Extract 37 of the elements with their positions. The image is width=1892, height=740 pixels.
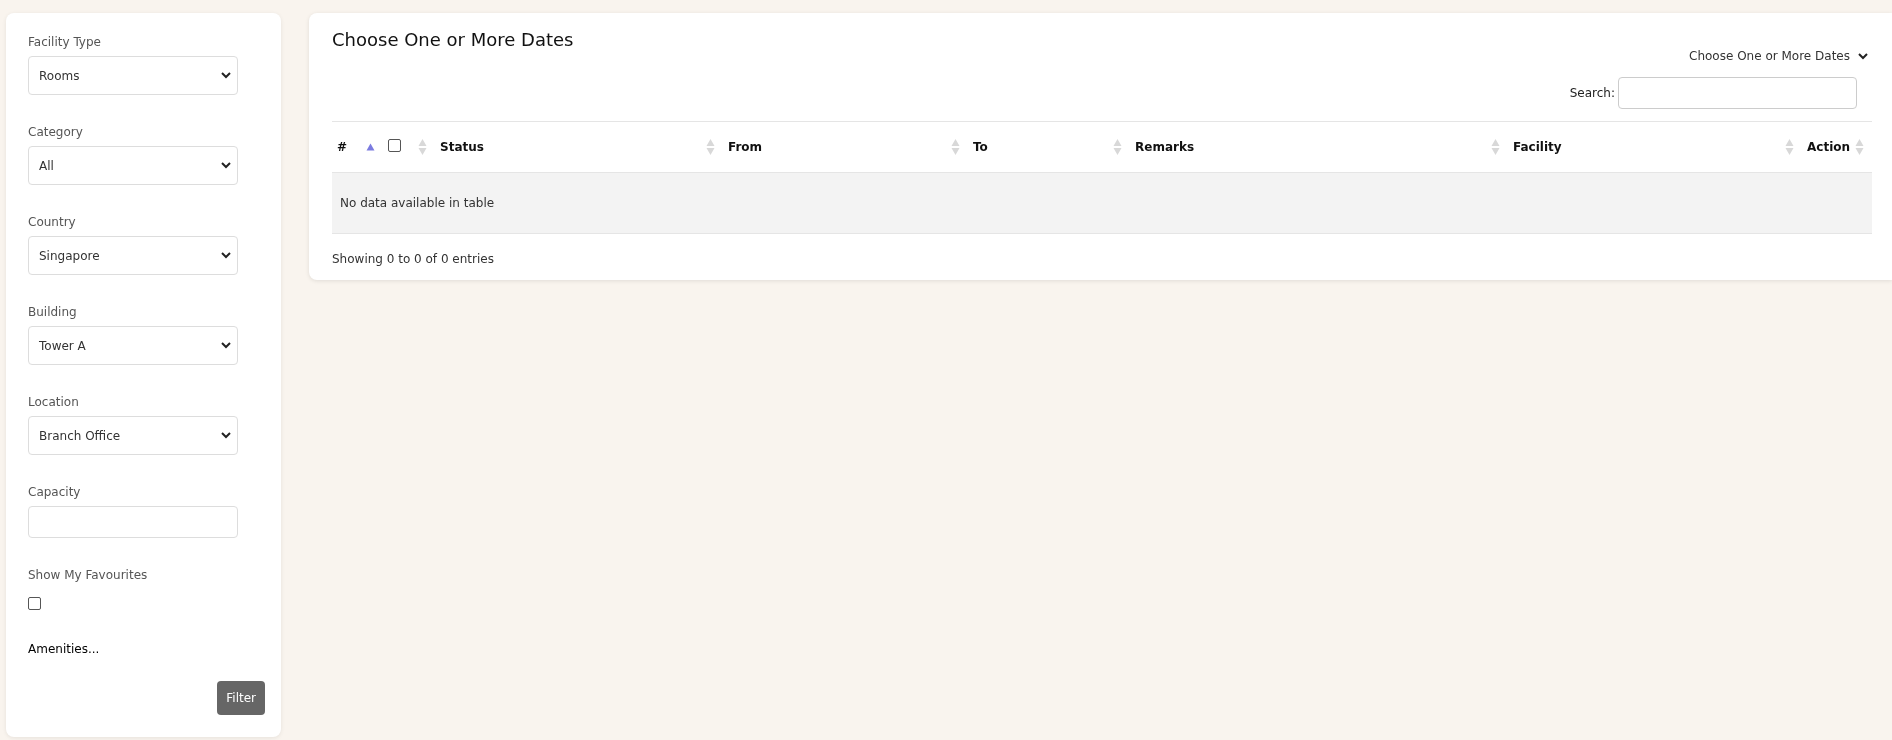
- column-header[interactable]: Status: [440, 140, 484, 154]
- field-label: Building: [28, 305, 77, 319]
- select-field[interactable]: Branch Office: [28, 416, 238, 455]
- column-header[interactable]: #: [337, 140, 348, 154]
- chevron-down-icon: [1858, 52, 1868, 60]
- field-label: Category: [28, 125, 83, 139]
- search-label: Search:: [1569, 86, 1615, 100]
- select-all-checkbox[interactable]: [388, 139, 401, 152]
- chevron-down-icon: [221, 252, 231, 259]
- favourites-checkbox[interactable]: [28, 597, 41, 610]
- column-header[interactable]: Facility: [1513, 140, 1562, 154]
- search-field[interactable]: [1618, 77, 1857, 109]
- column-header[interactable]: Action: [1807, 140, 1851, 154]
- column-header[interactable]: From: [728, 140, 763, 154]
- table-info: Showing 0 to 0 of 0 entries: [332, 252, 494, 266]
- field-label: Facility Type: [28, 35, 101, 49]
- field-label: Capacity: [28, 485, 81, 499]
- field-label: Show My Favourites: [28, 568, 148, 582]
- field-label: Country: [28, 215, 76, 229]
- page-title: Choose One or More Dates: [332, 29, 574, 50]
- empty-table-message: No data available in table: [340, 196, 495, 210]
- select-field[interactable]: All: [28, 146, 238, 185]
- chevron-down-icon: [221, 162, 231, 169]
- chevron-down-icon: [221, 72, 231, 79]
- field-label: Location: [28, 395, 79, 409]
- chevron-down-icon: [221, 432, 231, 439]
- filter-button[interactable]: Filter: [217, 681, 265, 715]
- dates-dropdown[interactable]: Choose One or More Dates: [1689, 49, 1868, 63]
- column-header[interactable]: To: [973, 140, 988, 154]
- chevron-down-icon: [221, 342, 231, 349]
- amenities-link[interactable]: Amenities...: [28, 642, 100, 656]
- select-field[interactable]: Rooms: [28, 56, 238, 95]
- select-field[interactable]: Tower A: [28, 326, 238, 365]
- capacity-field[interactable]: [28, 506, 238, 538]
- column-header[interactable]: Remarks: [1135, 140, 1195, 154]
- select-field[interactable]: Singapore: [28, 236, 238, 275]
- sort-icon[interactable]: [366, 143, 375, 151]
